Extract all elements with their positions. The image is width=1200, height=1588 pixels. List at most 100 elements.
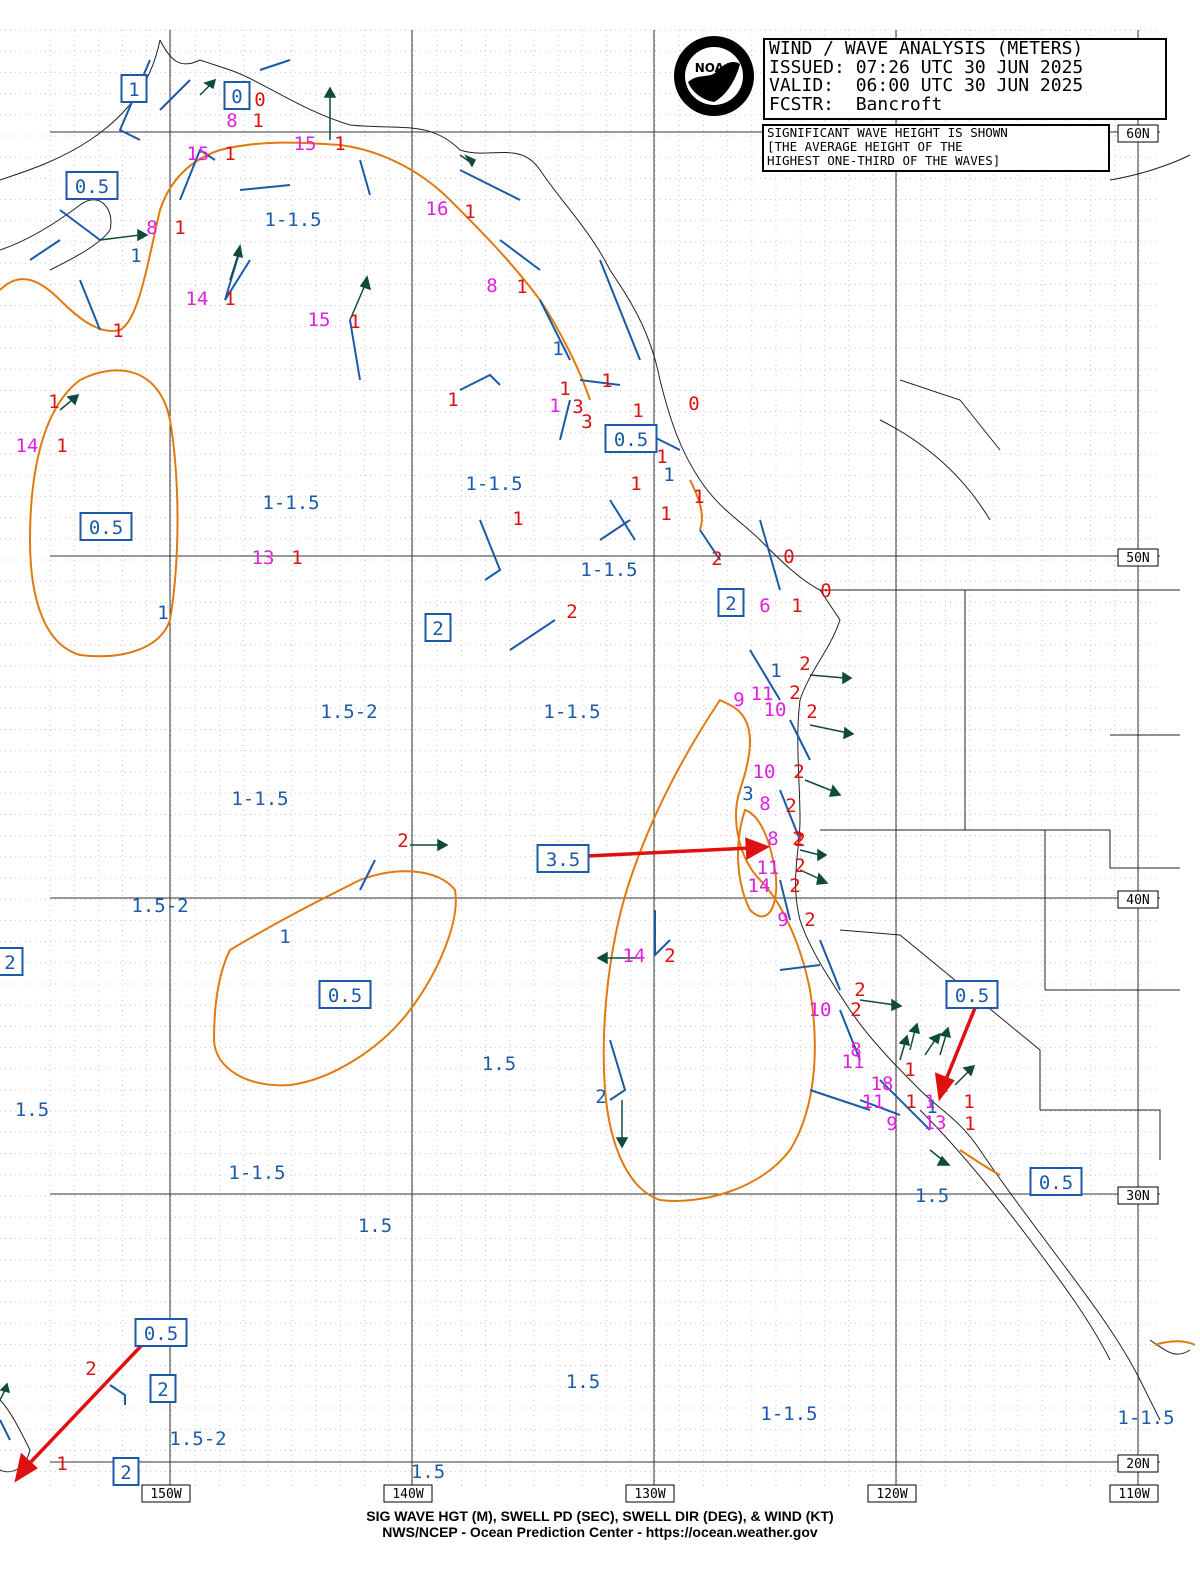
swell-period-label: 9 bbox=[733, 689, 744, 711]
wave-range-label: 1-1.5 bbox=[760, 1403, 817, 1425]
wave-height-label: 1 bbox=[632, 400, 643, 422]
wind-wave-map: 1-1.5 1-1.5 1-1.5 1-1.5 1.5-2 1-1.5 1-1.5 1.5-2… bbox=[0, 29, 1196, 1503]
wave-height-label: 1 bbox=[937, 1075, 948, 1097]
wave-height-label: 2 bbox=[792, 828, 803, 850]
footer-line-2: NWS/NCEP - Ocean Prediction Center - htt… bbox=[382, 1524, 818, 1540]
lon-label: 150W bbox=[150, 1487, 181, 1502]
wave-range-label: 1-1.5 bbox=[465, 473, 522, 495]
header-forecaster: FCSTR: Bancroft bbox=[769, 93, 943, 115]
wave-height-label: 1 bbox=[791, 595, 802, 617]
map-labels: 1-1.5 1-1.5 1-1.5 1-1.5 1.5-2 1-1.5 1-1.5 1.5-2… bbox=[15, 89, 1175, 1483]
wave-height-label: 1 bbox=[224, 288, 235, 310]
contour-label: 1 bbox=[279, 926, 290, 948]
wave-height-label: 1 bbox=[447, 389, 458, 411]
boxed-wave-height: 0.5 bbox=[1039, 1172, 1073, 1194]
boxed-wave-height: 0.5 bbox=[75, 176, 109, 198]
swell-period-label: 14 bbox=[623, 945, 646, 967]
note-line-1: SIGNIFICANT WAVE HEIGHT IS SHOWN bbox=[767, 125, 1008, 140]
swell-period-label: 9 bbox=[886, 1113, 897, 1135]
wave-height-label: 2 bbox=[850, 999, 861, 1021]
wave-height-label: 1 bbox=[56, 1453, 67, 1475]
lat-label: 50N bbox=[1126, 551, 1149, 566]
wave-height-label: 2 bbox=[854, 979, 865, 1001]
wave-range-label: 1.5-2 bbox=[169, 1428, 226, 1450]
wave-height-label: 2 bbox=[85, 1358, 96, 1380]
header-box: WIND / WAVE ANALYSIS (METERS) ISSUED: 07… bbox=[763, 38, 1167, 120]
wave-height-label: 1 bbox=[905, 1091, 916, 1113]
contour-label: 1 bbox=[552, 338, 563, 360]
wave-height-label: 1 bbox=[291, 547, 302, 569]
swell-period-label: 10 bbox=[753, 761, 776, 783]
swell-period-label: 10 bbox=[809, 999, 832, 1021]
wave-height-label: 2 bbox=[566, 601, 577, 623]
coastline bbox=[0, 39, 1191, 1473]
wave-height-label: 1 bbox=[963, 1091, 974, 1113]
wave-height-label: 2 bbox=[785, 795, 796, 817]
wave-range-label: 1-1.5 bbox=[264, 209, 321, 231]
wave-height-label: 2 bbox=[793, 761, 804, 783]
wave-height-label: 2 bbox=[664, 945, 675, 967]
wave-height-label: 0 bbox=[820, 580, 831, 602]
wave-height-label: 1 bbox=[174, 217, 185, 239]
note-line-3: HIGHEST ONE-THIRD OF THE WAVES] bbox=[767, 153, 1001, 168]
boxed-wave-height: 2 bbox=[120, 1462, 131, 1484]
definition-note: SIGNIFICANT WAVE HEIGHT IS SHOWN [THE AV… bbox=[762, 124, 1110, 172]
swell-period-label: 14 bbox=[748, 875, 771, 897]
wave-height-label: 2 bbox=[397, 830, 408, 852]
lon-label: 140W bbox=[392, 1487, 423, 1502]
boxed-wave-height: 0.5 bbox=[328, 985, 362, 1007]
lon-label: 120W bbox=[876, 1487, 907, 1502]
swell-period-label: 6 bbox=[759, 595, 770, 617]
boxed-wave-height: 0.5 bbox=[955, 985, 989, 1007]
wave-range-label: 1-1.5 bbox=[1117, 1407, 1174, 1429]
wave-height-label: 0 bbox=[688, 393, 699, 415]
wave-height-label: 2 bbox=[806, 701, 817, 723]
wave-height-label: 0 bbox=[783, 546, 794, 568]
swell-period-label: 8 bbox=[759, 793, 770, 815]
boxed-wave-height: 0 bbox=[231, 86, 242, 108]
wave-height-label: 1 bbox=[224, 143, 235, 165]
swell-period-label: 9 bbox=[777, 909, 788, 931]
swell-period-label: 13 bbox=[252, 547, 275, 569]
wave-height-label: 1 bbox=[516, 276, 527, 298]
wave-height-label: 3 bbox=[581, 411, 592, 433]
swell-period-label: 13 bbox=[924, 1112, 947, 1134]
wave-height-label: 1 bbox=[964, 1113, 975, 1135]
swell-period-label: 8 bbox=[146, 217, 157, 239]
wave-height-label: 2 bbox=[789, 682, 800, 704]
swell-period-label: 11 bbox=[862, 1091, 885, 1113]
swell-period-label: 16 bbox=[426, 198, 449, 220]
swell-period-label: 15 bbox=[187, 143, 210, 165]
boxed-wave-height: 2 bbox=[725, 593, 736, 615]
footer-line-1: SIG WAVE HGT (M), SWELL PD (SEC), SWELL … bbox=[366, 1508, 834, 1524]
swell-period-label: 15 bbox=[294, 133, 317, 155]
lon-label: 110W bbox=[1118, 1487, 1149, 1502]
swell-period-label: 11 bbox=[842, 1051, 865, 1073]
wave-range-label: 1-1.5 bbox=[580, 559, 637, 581]
swell-period-label: 8 bbox=[767, 828, 778, 850]
wave-height-label: 1 bbox=[601, 370, 612, 392]
wave-height-label: 1 bbox=[56, 435, 67, 457]
wave-height-label: 2 bbox=[789, 875, 800, 897]
boxed-wave-heights: 1 00.50.520.523.520.5 0.50.50.522 bbox=[0, 74, 1083, 1486]
noaa-logo-text: NOAA bbox=[695, 61, 734, 75]
wave-range-label: 1.5 bbox=[15, 1099, 49, 1121]
boxed-wave-height: 0.5 bbox=[89, 517, 123, 539]
wave-height-label: 1 bbox=[559, 378, 570, 400]
lat-label: 20N bbox=[1126, 1457, 1149, 1472]
wave-height-label: 1 bbox=[660, 503, 671, 525]
wave-height-label: 1 bbox=[334, 133, 345, 155]
contour-label: 3 bbox=[742, 783, 753, 805]
boxed-wave-height: 0.5 bbox=[614, 429, 648, 451]
lat-label: 30N bbox=[1126, 1189, 1149, 1204]
boxed-wave-height: 2 bbox=[4, 952, 15, 974]
wave-range-label: 1-1.5 bbox=[262, 492, 319, 514]
wave-contours bbox=[0, 141, 1196, 1346]
wave-range-label: 1.5 bbox=[482, 1053, 516, 1075]
axis-labels: 60N 50N 40N 30N 20N 150W 140W 130W 120W 110W bbox=[141, 124, 1159, 1503]
wave-height-label: 1 bbox=[112, 320, 123, 342]
swell-period-label: 1 bbox=[924, 1091, 935, 1113]
contour-label: 1 bbox=[770, 660, 781, 682]
wave-range-label: 1.5 bbox=[358, 1215, 392, 1237]
wave-range-label: 1.5 bbox=[566, 1371, 600, 1393]
